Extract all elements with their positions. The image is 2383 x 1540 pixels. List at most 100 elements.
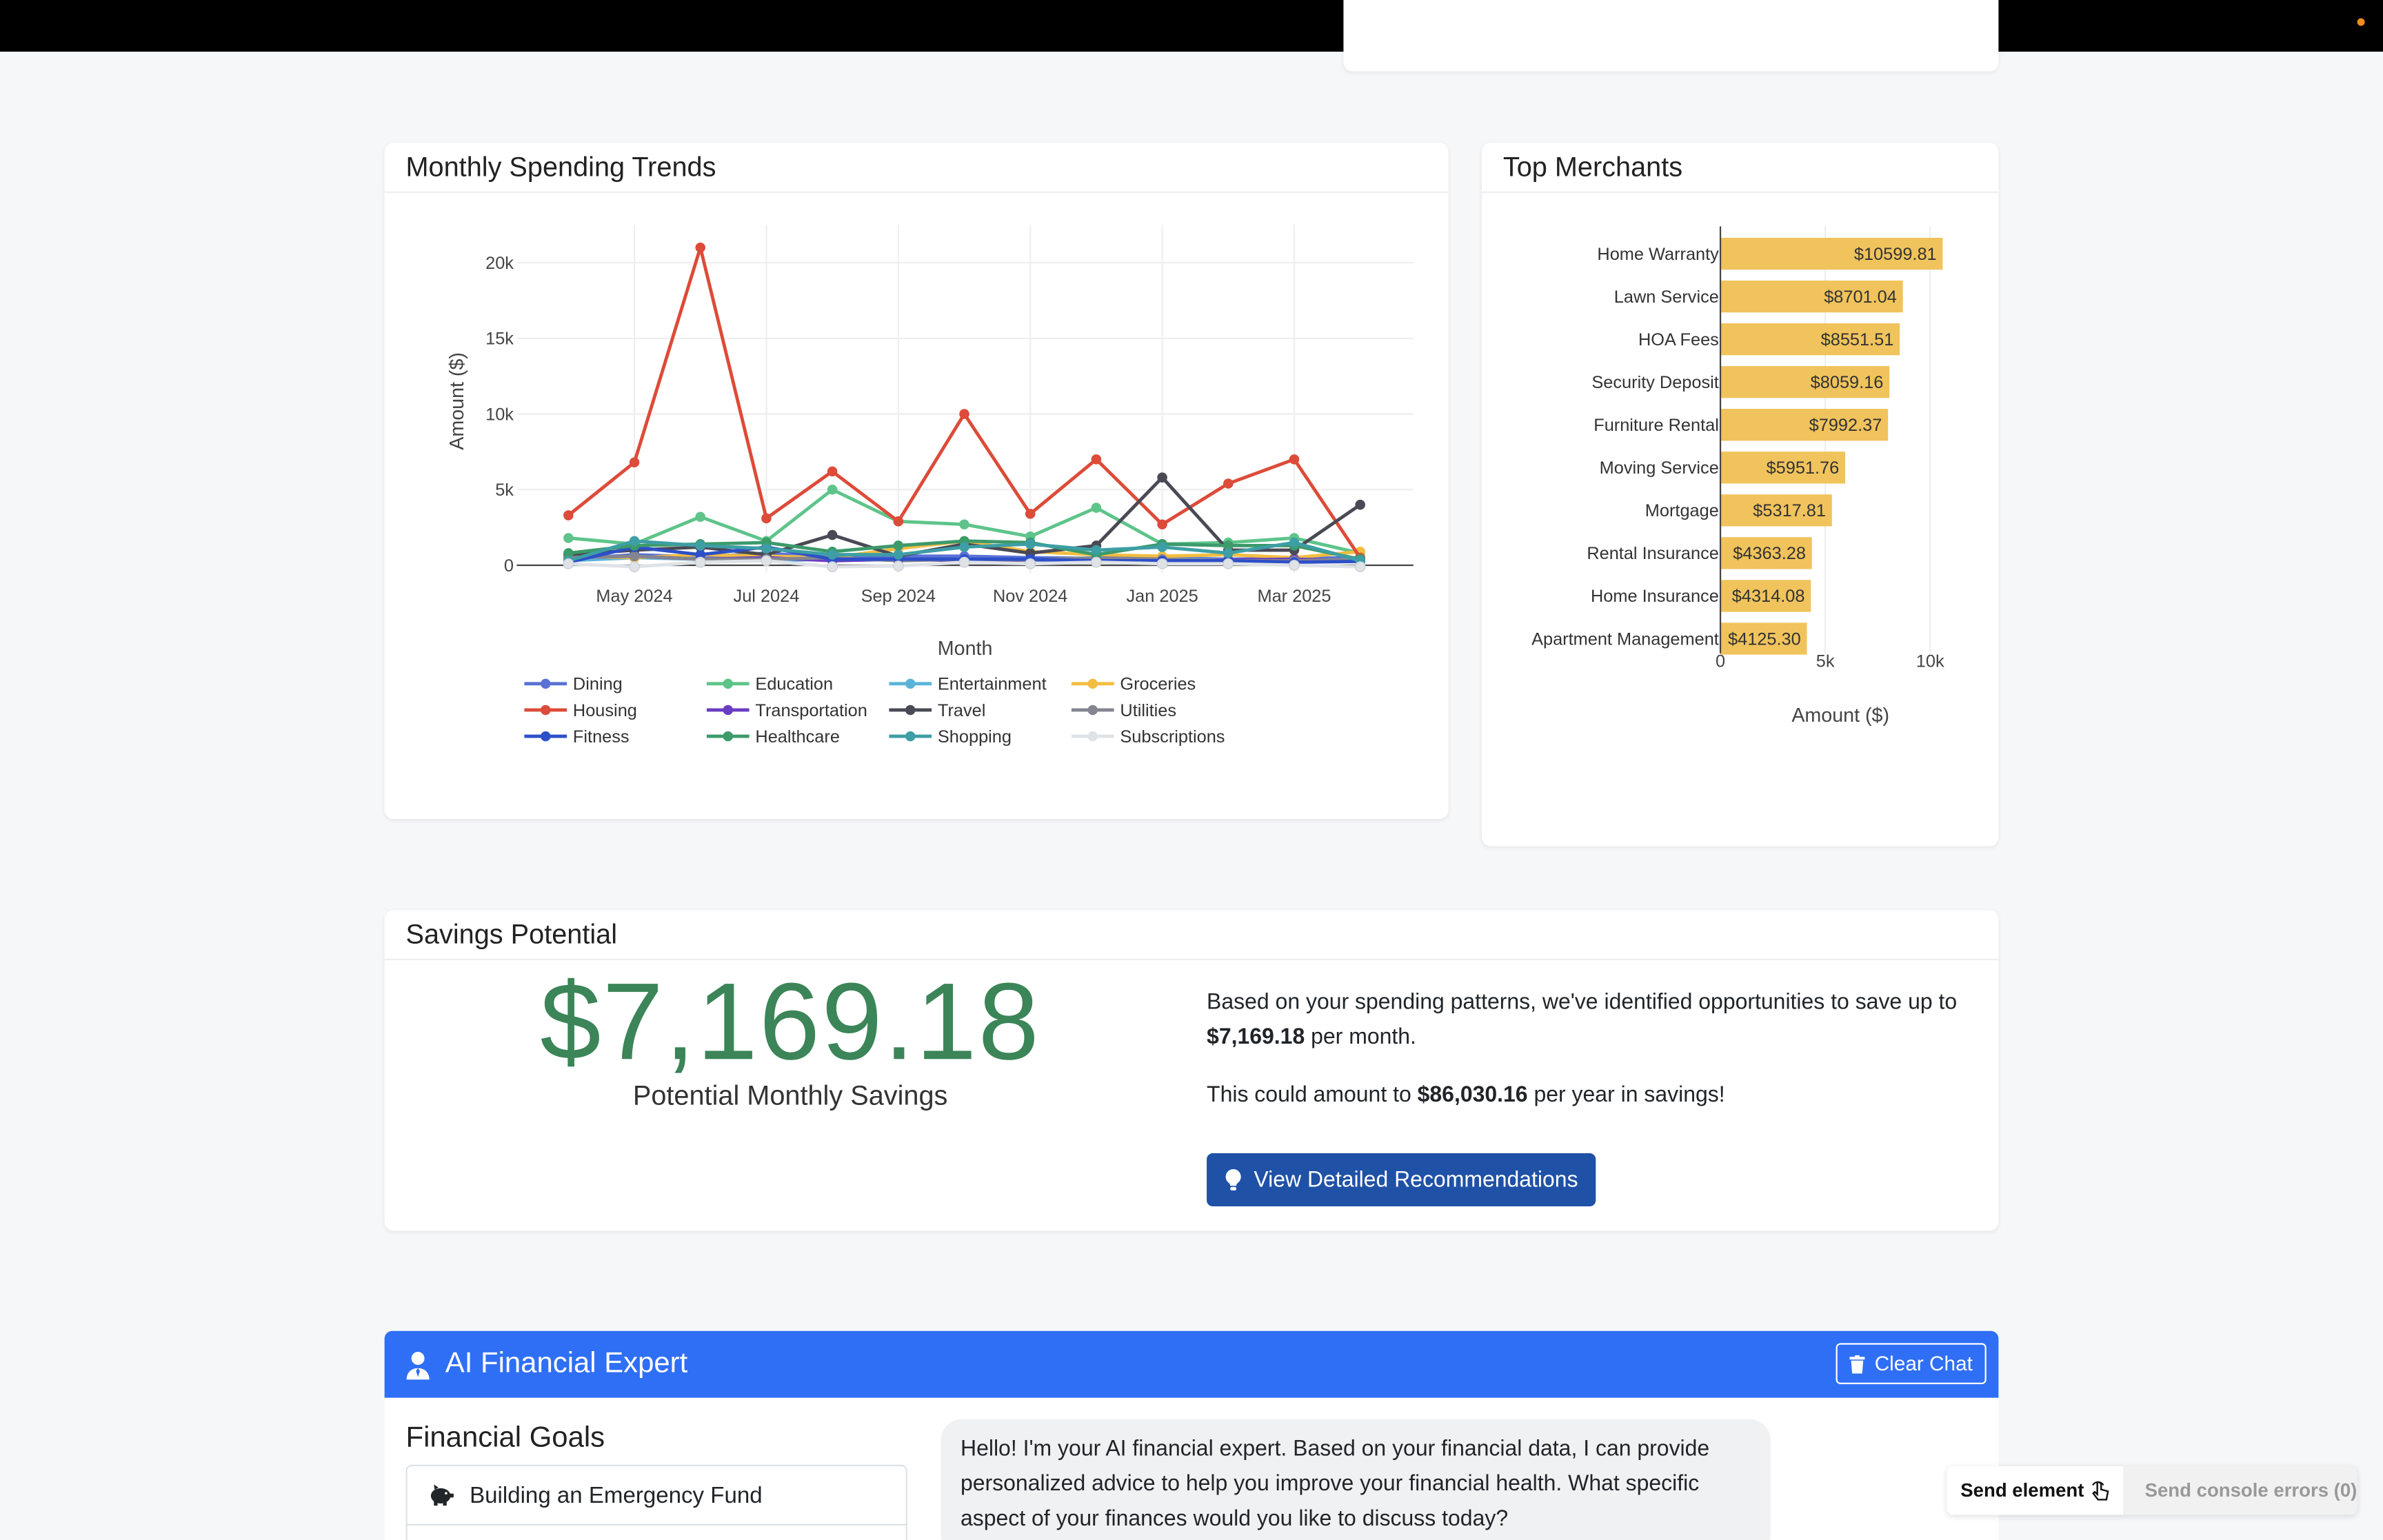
legend-label: Shopping: [938, 727, 1012, 747]
legend-label: Dining: [573, 675, 623, 694]
data-point: [1157, 542, 1167, 552]
data-point: [1091, 454, 1102, 465]
merchant-category-label: Furniture Rental: [1593, 416, 1719, 435]
trash-icon: [1850, 1354, 1866, 1373]
y-tick-label: 5k: [495, 480, 514, 500]
monthly-spending-chart[interactable]: 0 5k 10k 15k 20k May 2024 Jul 2024 Sep 2024 Nov …: [385, 193, 1449, 819]
clear-chat-label: Clear Chat: [1874, 1352, 1973, 1375]
legend-label: Housing: [573, 701, 637, 720]
x-tick-label: Jan 2025: [1126, 587, 1198, 606]
legend-swatch-point: [1087, 731, 1098, 742]
x-axis-title: Amount ($): [1791, 705, 1889, 727]
top-merchants-chart[interactable]: 0 5k 10k $10599.81 Home Warranty $8701.04 Lawn…: [1482, 193, 1998, 847]
merchant-value-label: $7992.37: [1809, 416, 1882, 435]
data-point: [827, 466, 838, 477]
series-line: [567, 245, 1362, 559]
data-point: [1157, 519, 1167, 529]
x-tick-label: May 2024: [596, 587, 672, 606]
legend-swatch-point: [540, 731, 551, 742]
legend-label: Fitness: [573, 727, 630, 747]
x-tick-label: Nov 2024: [993, 587, 1067, 606]
monthly-spending-card: Monthly Spending Trends 0 5k 10k 15k 20k May …: [384, 143, 1449, 820]
data-point: [959, 542, 969, 552]
merchant-category-label: Moving Service: [1600, 458, 1719, 478]
merchant-category-label: Home Insurance: [1591, 587, 1719, 606]
merchant-category-label: Lawn Service: [1614, 287, 1719, 307]
legend-label: Entertainment: [938, 675, 1047, 694]
legend-label: Utilities: [1120, 701, 1176, 720]
merchant-category-label: Rental Insurance: [1587, 544, 1718, 563]
data-point: [695, 540, 705, 551]
merchant-value-label: $5951.76: [1767, 458, 1840, 478]
data-point: [958, 556, 970, 568]
data-point: [959, 519, 969, 529]
y-tick-label: 15k: [485, 330, 514, 349]
lightbulb-icon: [1225, 1169, 1241, 1191]
user-tie-icon: [406, 1350, 430, 1379]
legend-swatch-point: [540, 678, 551, 689]
merchant-value-label: $8059.16: [1811, 373, 1884, 392]
send-element-label: Send element: [1960, 1479, 2084, 1501]
card-title: Monthly Spending Trends: [384, 143, 1449, 193]
x-tick-label: Sep 2024: [861, 587, 936, 606]
data-point: [629, 536, 640, 547]
legend-swatch-point: [905, 678, 916, 689]
y-axis-title: Amount ($): [446, 352, 468, 450]
legend-label: Subscriptions: [1120, 727, 1225, 747]
view-recommendations-button[interactable]: View Detailed Recommendations: [1207, 1153, 1597, 1207]
y-tick-label: 20k: [485, 254, 514, 273]
data-point: [1025, 509, 1036, 519]
data-point: [1289, 560, 1300, 571]
data-point: [629, 457, 640, 468]
x-axis-title: Month: [938, 638, 993, 660]
data-point: [629, 561, 640, 573]
x-tick-label: Jul 2024: [734, 587, 800, 606]
legend-swatch-point: [905, 731, 916, 742]
data-point: [1223, 548, 1234, 558]
data-point: [761, 555, 772, 567]
merchant-category-label: Mortgage: [1645, 501, 1719, 520]
previous-card: [1343, 0, 1999, 72]
ai-expert-header: AI Financial Expert Clear Chat: [384, 1330, 1999, 1398]
clear-chat-button[interactable]: Clear Chat: [1836, 1343, 1987, 1384]
x-tick-label: 10k: [1916, 652, 1944, 671]
financial-goals-title: Financial Goals: [405, 1422, 605, 1455]
data-point: [695, 242, 705, 253]
page: Monthly Spending Trends 0 5k 10k 15k 20k May …: [0, 0, 2383, 1540]
legend-label: Education: [755, 675, 833, 694]
ai-chat-message: Hello! I'm your AI financial expert. Bas…: [941, 1419, 1771, 1540]
data-point: [1355, 499, 1365, 510]
send-console-errors-button[interactable]: Send console errors (0): [2124, 1480, 2357, 1501]
data-point: [761, 543, 772, 554]
data-point: [827, 549, 838, 560]
savings-amount: $7,169.18: [540, 962, 1041, 1084]
card-title: Top Merchants: [1481, 143, 1999, 193]
top-merchants-card: Top Merchants 0 5k 10k $10599.81 Home Warran…: [1481, 143, 1999, 847]
merchant-value-label: $8551.51: [1821, 330, 1894, 349]
data-point: [827, 561, 838, 573]
merchant-category-label: Apartment Management: [1531, 629, 1719, 649]
piggy-bank-icon: [430, 1484, 454, 1506]
ai-expert-body: Financial Goals Building an Emergency Fu…: [384, 1397, 1999, 1540]
savings-potential-card: Savings Potential $7,169.18 Potential Mo…: [384, 910, 1999, 1231]
legend-swatch-point: [723, 705, 734, 716]
x-tick-label: Mar 2025: [1257, 587, 1331, 606]
savings-amount-label: Potential Monthly Savings: [632, 1080, 948, 1111]
merchant-category-label: Security Deposit: [1591, 373, 1718, 392]
legend-swatch-point: [1087, 678, 1098, 689]
data-point: [893, 540, 904, 551]
send-element-button[interactable]: Send element: [1947, 1466, 2124, 1515]
status-dot: [2357, 18, 2365, 26]
goal-item-next[interactable]: [405, 1523, 907, 1540]
savings-description: Based on your spending patterns, we've i…: [1207, 986, 1982, 1113]
data-point: [563, 533, 574, 543]
y-tick-label: 0: [504, 556, 514, 576]
data-point: [1091, 545, 1102, 556]
data-point: [761, 513, 772, 524]
data-point: [1090, 556, 1102, 568]
goal-item-emergency-fund[interactable]: Building an Emergency Fund: [405, 1464, 907, 1526]
data-point: [1223, 558, 1234, 569]
data-point: [563, 558, 574, 569]
legend-label: Healthcare: [755, 727, 840, 747]
legend-label: Travel: [938, 701, 985, 720]
